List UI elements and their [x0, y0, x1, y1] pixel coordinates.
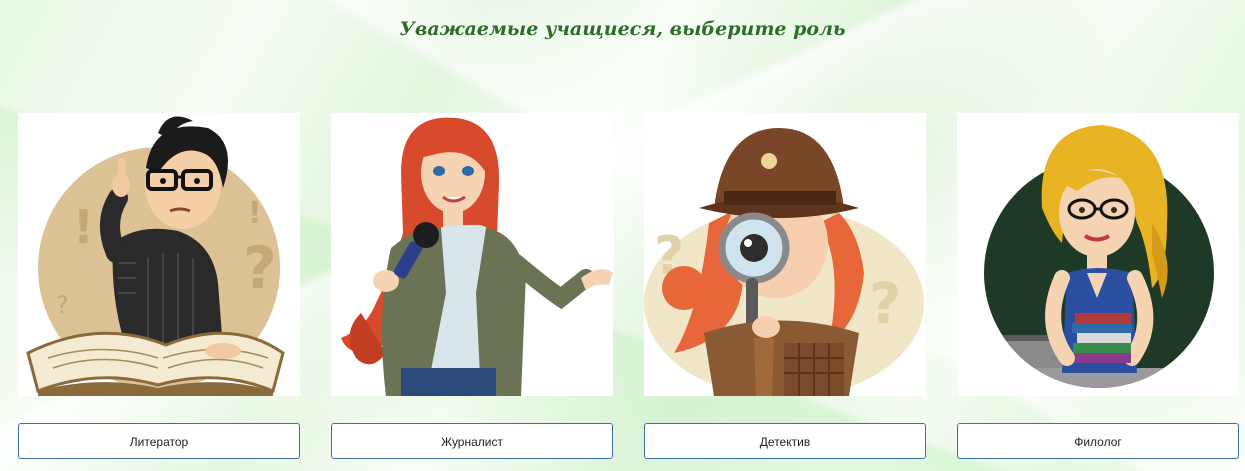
writer-with-book-icon: ! ? ! ?	[26, 116, 285, 396]
role-card-philologist: Филолог	[957, 113, 1239, 459]
svg-text:!: !	[73, 200, 94, 254]
role-card-journalist: Журналист	[331, 113, 613, 459]
journalist-illustration[interactable]	[331, 113, 613, 396]
role-card-writer: ! ? ! ? Литератор	[18, 113, 300, 459]
philologist-illustration[interactable]	[957, 113, 1239, 396]
page-title: Уважаемые учащиеся, выберите роль	[399, 18, 846, 40]
journalist-with-microphone-icon	[341, 117, 613, 396]
role-card-detective: ? ? ?	[644, 113, 926, 459]
detective-with-magnifier-icon: ? ? ?	[644, 128, 924, 396]
role-button-detective[interactable]: Детектив	[644, 423, 926, 459]
role-button-philologist[interactable]: Филолог	[957, 423, 1239, 459]
detective-illustration[interactable]: ? ? ?	[644, 113, 926, 396]
role-button-writer[interactable]: Литератор	[18, 423, 300, 459]
svg-text:!: !	[248, 196, 262, 231]
teacher-with-books-icon	[984, 125, 1214, 388]
writer-illustration[interactable]: ! ? ! ?	[18, 113, 300, 396]
svg-text:?: ?	[56, 291, 69, 319]
role-button-journalist[interactable]: Журналист	[331, 423, 613, 459]
svg-text:?: ?	[243, 234, 277, 302]
role-selection-page: Уважаемые учащиеся, выберите роль ! ? ! …	[0, 0, 1245, 471]
svg-text:?: ?	[869, 272, 901, 337]
